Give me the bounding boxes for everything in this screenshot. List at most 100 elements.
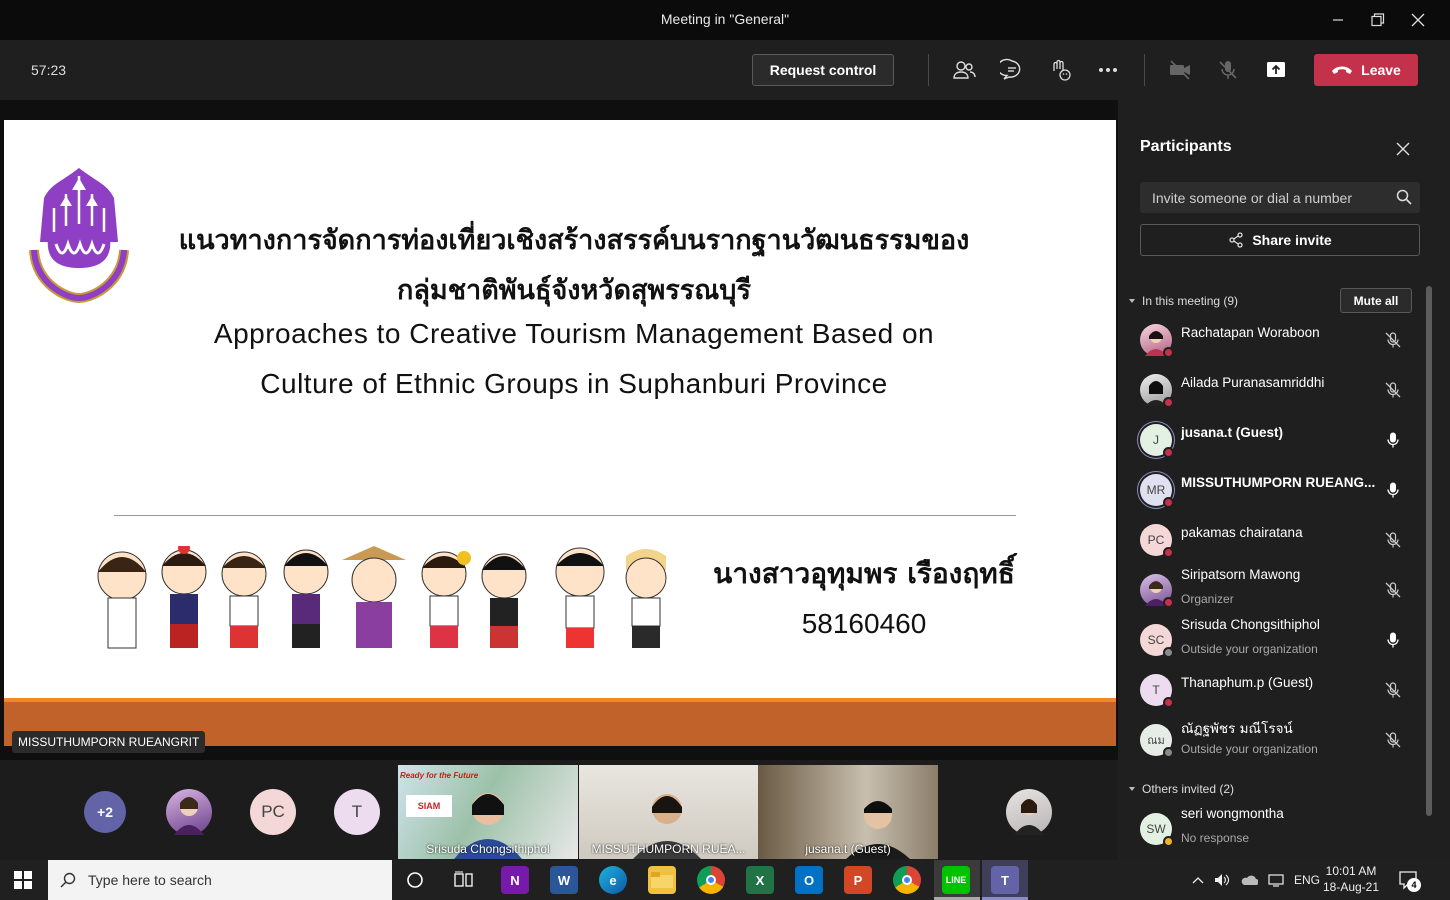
others-invited-section-toggle[interactable]: Others invited (2) xyxy=(1128,782,1234,796)
line-icon[interactable]: LINE xyxy=(942,866,970,894)
video-tile-missuthumporn[interactable]: MISSUTHUMPORN RUEA... xyxy=(579,765,758,859)
mic-muted-icon[interactable] xyxy=(1384,681,1402,699)
system-tray: ENG xyxy=(1192,860,1320,900)
onedrive-icon[interactable] xyxy=(1240,873,1258,887)
windows-logo-icon xyxy=(14,871,32,889)
participant-row[interactable]: J jusana.t (Guest) xyxy=(1140,415,1420,465)
avatar: SC xyxy=(1140,624,1174,658)
mic-toggle-button[interactable] xyxy=(1212,54,1244,86)
minimize-button[interactable] xyxy=(1318,0,1358,40)
participant-name: Thanaphum.p (Guest) xyxy=(1181,675,1314,690)
start-button[interactable] xyxy=(14,871,32,894)
slide-title-thai-line1: แนวทางการจัดการท่องเที่ยวเชิงสร้างสรรค์บ… xyxy=(178,225,970,256)
chevron-down-icon xyxy=(1129,787,1135,791)
share-invite-button[interactable]: Share invite xyxy=(1140,224,1420,256)
task-view-icon xyxy=(454,871,473,887)
search-icon[interactable] xyxy=(1396,189,1412,205)
participant-name: Ailada Puranasamriddhi xyxy=(1181,375,1325,390)
avatar-initials: T xyxy=(1152,683,1160,697)
word-icon[interactable]: W xyxy=(550,866,578,894)
restore-button[interactable] xyxy=(1358,0,1398,40)
slide-title-english-line1: Approaches to Creative Tourism Managemen… xyxy=(213,318,935,349)
overflow-participants-button[interactable]: +2 xyxy=(84,791,126,833)
chrome-icon[interactable] xyxy=(697,866,725,894)
restore-icon xyxy=(1371,13,1385,27)
participant-avatar-t[interactable]: T xyxy=(334,789,380,835)
presenter-name-tag: MISSUTHUMPORN RUEANGRIT xyxy=(12,731,206,753)
panel-title: Participants xyxy=(1140,138,1232,155)
edge-icon[interactable]: e xyxy=(599,866,627,894)
panel-scrollbar[interactable] xyxy=(1426,286,1432,816)
participant-name: Srisuda Chongsithiphol xyxy=(1181,617,1320,632)
video-tile-jusana[interactable]: jusana.t (Guest) xyxy=(758,765,938,859)
reactions-icon xyxy=(1053,59,1071,81)
avatar-initials: SW xyxy=(1146,822,1166,836)
request-control-button[interactable]: Request control xyxy=(752,54,894,86)
chevron-up-icon[interactable] xyxy=(1192,876,1204,884)
mic-on-icon[interactable] xyxy=(1384,431,1402,449)
university-logo xyxy=(29,168,129,304)
teams-icon[interactable]: T xyxy=(991,866,1019,894)
mic-muted-icon[interactable] xyxy=(1384,731,1402,749)
notifications-button[interactable]: 4 xyxy=(1398,870,1421,895)
outlook-icon[interactable]: O xyxy=(795,866,823,894)
leave-button[interactable]: Leave xyxy=(1314,54,1418,86)
chrome-icon[interactable] xyxy=(893,866,921,894)
avatar: T xyxy=(1140,674,1174,708)
mic-muted-icon[interactable] xyxy=(1384,531,1402,549)
cortana-button[interactable] xyxy=(406,871,424,894)
mic-muted-icon[interactable] xyxy=(1384,381,1402,399)
taskbar-clock[interactable]: 10:01 AM 18-Aug-21 xyxy=(1322,863,1380,895)
video-tile-srisuda[interactable]: Ready for the Future SIAM Srisuda Chongs… xyxy=(398,765,578,859)
slide-title-english-line2: Culture of Ethnic Groups in Suphanburi P… xyxy=(260,368,888,399)
excel-icon[interactable]: X xyxy=(746,866,774,894)
raise-hand-button[interactable] xyxy=(1044,54,1076,86)
task-view-button[interactable] xyxy=(454,871,474,894)
onenote-icon[interactable]: N xyxy=(501,866,529,894)
participant-avatar-pc[interactable]: PC xyxy=(250,789,296,835)
participant-row[interactable]: SC Srisuda Chongsithiphol Outside your o… xyxy=(1140,615,1420,665)
taskbar-search-box[interactable]: Type here to search xyxy=(48,860,392,900)
others-invited-label: Others invited (2) xyxy=(1142,782,1235,796)
powerpoint-icon[interactable]: P xyxy=(844,866,872,894)
participant-row[interactable]: MR MISSUTHUMPORN RUEANG... xyxy=(1140,465,1420,515)
more-actions-button[interactable] xyxy=(1092,54,1124,86)
mute-all-button[interactable]: Mute all xyxy=(1340,288,1412,313)
share-tray-button[interactable] xyxy=(1260,54,1292,86)
chat-button[interactable] xyxy=(996,54,1028,86)
in-meeting-section-toggle[interactable]: In this meeting (9) xyxy=(1128,294,1238,308)
participant-row[interactable]: ณม ณัฏฐพัชร มณีโรจน์ Outside your organi… xyxy=(1140,715,1420,765)
self-video-avatar[interactable] xyxy=(1006,789,1052,835)
participant-row[interactable]: Rachatapan Woraboon xyxy=(1140,315,1420,365)
avatar: MR xyxy=(1140,474,1174,508)
participant-avatar-photo[interactable] xyxy=(166,789,212,835)
avatar xyxy=(1140,324,1174,358)
network-icon[interactable] xyxy=(1268,873,1284,887)
camera-toggle-button[interactable] xyxy=(1164,54,1196,86)
avatar-initials: ณม xyxy=(1147,735,1165,747)
participant-row[interactable]: PC pakamas chairatana xyxy=(1140,515,1420,565)
close-window-button[interactable] xyxy=(1398,0,1438,40)
invite-input[interactable] xyxy=(1140,182,1380,213)
participants-toggle-button[interactable] xyxy=(948,54,980,86)
invited-row[interactable]: SW seri wongmontha No response xyxy=(1140,804,1420,854)
mic-on-icon[interactable] xyxy=(1384,631,1402,649)
ethnic-children-illustration xyxy=(97,546,667,649)
volume-icon[interactable] xyxy=(1214,873,1230,887)
mic-muted-icon[interactable] xyxy=(1384,331,1402,349)
hang-up-icon xyxy=(1332,66,1353,74)
participant-row[interactable]: Ailada Puranasamriddhi xyxy=(1140,365,1420,415)
file-explorer-icon[interactable] xyxy=(648,866,676,894)
participant-name: Rachatapan Woraboon xyxy=(1181,325,1320,340)
avatar-initials: SC xyxy=(1147,633,1165,647)
mic-muted-icon[interactable] xyxy=(1384,581,1402,599)
close-panel-button[interactable] xyxy=(1392,138,1414,160)
avatar xyxy=(1140,574,1174,608)
participant-row[interactable]: T Thanaphum.p (Guest) xyxy=(1140,665,1420,715)
participant-role: Organizer xyxy=(1181,592,1234,606)
mic-on-icon[interactable] xyxy=(1384,481,1402,499)
participant-row[interactable]: Siripatsorn Mawong Organizer xyxy=(1140,565,1420,615)
person-photo-icon xyxy=(174,797,204,835)
input-language[interactable]: ENG xyxy=(1294,873,1320,887)
clock-date: 18-Aug-21 xyxy=(1322,880,1380,894)
